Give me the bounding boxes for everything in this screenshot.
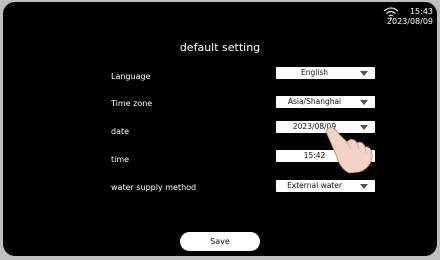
status-date: 2023/08/09 <box>386 17 433 26</box>
time-zone-value: Asia/Shanghai <box>287 97 342 106</box>
time-zone-select[interactable]: Asia/Shanghai <box>276 96 375 108</box>
chevron-down-icon <box>360 71 368 76</box>
time-zone-label: Time zone <box>111 99 153 108</box>
chevron-down-icon <box>360 184 368 189</box>
language-value: English <box>300 68 329 77</box>
language-select[interactable]: English <box>276 67 375 79</box>
date-label: date <box>111 127 130 136</box>
water-supply-select[interactable]: External water <box>276 180 375 192</box>
page-title: default setting <box>179 41 261 54</box>
save-button[interactable]: Save <box>180 232 260 251</box>
water-supply-label: water supply method <box>111 183 197 192</box>
water-supply-value: External water <box>287 181 342 190</box>
screen: 15:43 2023/08/09 default setting Languag… <box>3 2 437 256</box>
time-label: time <box>111 155 130 164</box>
status-time: 15:43 <box>409 7 433 16</box>
language-label: Language <box>111 72 151 81</box>
pointing-hand-icon <box>326 126 373 174</box>
chevron-down-icon <box>360 100 368 105</box>
status-clock: 15:43 2023/08/09 <box>387 7 433 27</box>
device-bezel: 15:43 2023/08/09 default setting Languag… <box>0 0 440 260</box>
